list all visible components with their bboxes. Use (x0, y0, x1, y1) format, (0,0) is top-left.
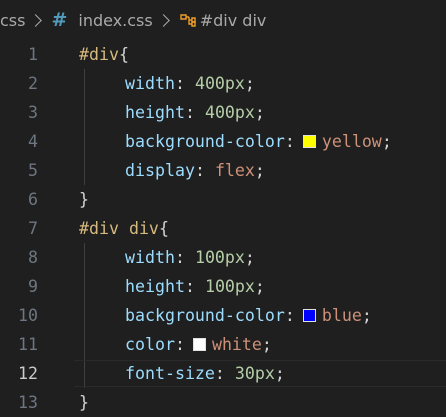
colon: : (284, 306, 295, 325)
value: yellow (321, 132, 382, 151)
breadcrumb-symbol[interactable]: #div div (200, 11, 267, 30)
code-line[interactable]: 10 background-color: blue; (0, 301, 446, 330)
value: 400px (194, 74, 245, 93)
code-line[interactable]: 2 width: 400px; (0, 69, 446, 98)
brace: { (158, 219, 169, 238)
brace: } (79, 190, 89, 209)
line-number: 7 (28, 219, 38, 238)
code-text: #div div{ (79, 214, 169, 243)
code-line[interactable]: 9 height: 100px; (0, 272, 446, 301)
property: color (125, 335, 175, 354)
line-number: 5 (28, 161, 38, 180)
code-text: } (79, 388, 89, 417)
colon: : (284, 132, 295, 151)
value: 100px (204, 277, 255, 296)
line-number: 8 (28, 248, 38, 267)
line-number: 3 (28, 103, 38, 122)
semicolon: ; (381, 132, 392, 151)
property: height (125, 277, 185, 296)
css-file-icon: # (51, 9, 68, 31)
semicolon: ; (254, 277, 265, 296)
value: blue (321, 306, 362, 325)
code-text: display: flex; (79, 156, 265, 185)
code-line[interactable]: 7 #div div{ (0, 214, 446, 243)
chevron-right-icon (156, 13, 170, 27)
line-number: 4 (28, 132, 38, 151)
line-number: 1 (28, 45, 38, 64)
property: background-color (125, 306, 285, 325)
code-line[interactable]: 4 background-color: yellow; (0, 127, 446, 156)
line-number: 10 (18, 306, 38, 325)
code-text: color: white; (79, 330, 272, 359)
semicolon: ; (254, 161, 265, 180)
brace: { (118, 45, 129, 64)
colon: : (194, 161, 205, 180)
semicolon: ; (254, 103, 265, 122)
line-number: 12 (18, 364, 38, 383)
code-text: background-color: blue; (79, 301, 372, 330)
code-text: background-color: yellow; (79, 127, 392, 156)
code-text: height: 100px; (79, 272, 265, 301)
line-number: 11 (18, 335, 38, 354)
color-swatch-white[interactable] (192, 338, 206, 351)
indent-guide (84, 359, 85, 388)
property: background-color (125, 132, 285, 151)
selector: #div (79, 45, 119, 64)
code-line[interactable]: 13 } (0, 388, 446, 417)
line-number: 6 (28, 190, 38, 209)
code-text: width: 100px; (79, 243, 255, 272)
breadcrumb-file[interactable]: index.css (78, 11, 152, 30)
code-text: font-size: 30px; (79, 359, 285, 388)
brace: } (79, 393, 89, 412)
colon: : (174, 335, 185, 354)
code-line[interactable]: 6 } (0, 185, 446, 214)
colon: : (214, 364, 225, 383)
line-number: 9 (28, 277, 38, 296)
code-line[interactable]: 3 height: 400px; (0, 98, 446, 127)
color-swatch-yellow[interactable] (302, 135, 316, 148)
property: font-size (125, 364, 215, 383)
value: white (211, 335, 262, 354)
code-line[interactable]: 8 width: 100px; (0, 243, 446, 272)
value: 400px (204, 103, 255, 122)
code-line[interactable]: 11 color: white; (0, 330, 446, 359)
semicolon: ; (261, 335, 272, 354)
semicolon: ; (244, 248, 255, 267)
semicolon: ; (244, 74, 255, 93)
color-swatch-blue[interactable] (302, 309, 316, 322)
line-number: 13 (18, 393, 38, 412)
line-number: 2 (28, 74, 38, 93)
symbol-class-icon (179, 12, 197, 28)
semicolon: ; (274, 364, 285, 383)
code-line[interactable]: 5 display: flex; (0, 156, 446, 185)
code-line-current[interactable]: 12 font-size: 30px; (0, 359, 446, 388)
code-line[interactable]: 1 #div{ (0, 40, 446, 69)
property: width (125, 74, 175, 93)
code-text: #div{ (79, 40, 129, 69)
code-text: } (79, 185, 89, 214)
code-editor[interactable]: 1 #div{ 2 width: 400px; 3 height: 400px;… (0, 40, 446, 417)
value: flex (214, 161, 255, 180)
selector: #div div (79, 219, 159, 238)
chevron-right-icon (29, 13, 43, 27)
breadcrumb-folder[interactable]: css (0, 11, 25, 30)
breadcrumb: css # index.css #div div (0, 0, 446, 40)
colon: : (184, 103, 195, 122)
property: display (125, 161, 195, 180)
code-text: height: 400px; (79, 98, 265, 127)
property: height (125, 103, 185, 122)
colon: : (184, 277, 195, 296)
property: width (125, 248, 175, 267)
code-text: width: 400px; (79, 69, 255, 98)
value: 100px (194, 248, 245, 267)
colon: : (174, 74, 185, 93)
value: 30px (234, 364, 275, 383)
semicolon: ; (361, 306, 372, 325)
colon: : (174, 248, 185, 267)
